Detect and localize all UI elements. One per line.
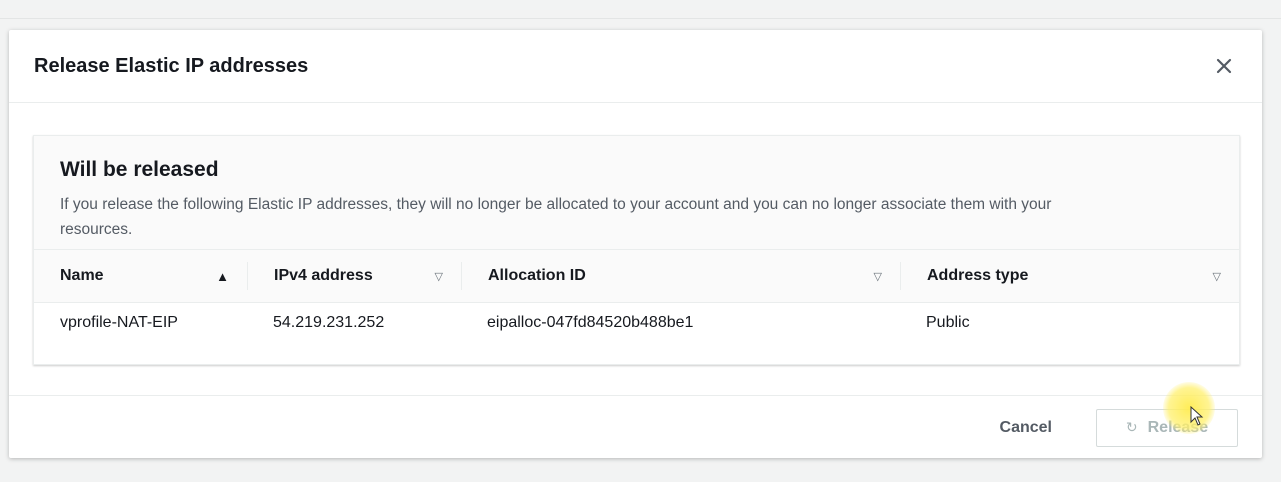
cell-allocation-id: eipalloc-047fd84520b488be1 [487, 314, 694, 331]
column-header-address-type[interactable]: Address type ▽ [900, 262, 1239, 290]
table-row: vprofile-NAT-EIP 54.219.231.252 eipalloc… [34, 303, 1239, 343]
close-icon [1216, 58, 1232, 74]
cell-name: vprofile-NAT-EIP [60, 314, 178, 331]
column-header-label: Address type [927, 267, 1029, 284]
release-button-label: Release [1147, 418, 1209, 436]
modal-footer: Cancel ↻ Release [9, 395, 1262, 459]
column-header-label: IPv4 address [274, 267, 373, 284]
sort-icon[interactable]: ▽ [874, 270, 882, 283]
panel-header: Will be released If you release the foll… [34, 136, 1239, 250]
sort-icon[interactable]: ▽ [1213, 270, 1221, 283]
column-header-name[interactable]: Name ▲ [34, 262, 247, 290]
panel-title: Will be released [60, 158, 219, 181]
release-eip-modal: Release Elastic IP addresses Will be rel… [9, 30, 1262, 458]
release-button[interactable]: ↻ Release [1096, 408, 1238, 447]
cell-address-type: Public [926, 314, 970, 331]
cell-ipv4: 54.219.231.252 [273, 314, 385, 331]
cancel-button[interactable]: Cancel [994, 418, 1058, 438]
modal-header: Release Elastic IP addresses [9, 30, 1262, 103]
column-header-allocation-id[interactable]: Allocation ID ▽ [461, 262, 900, 290]
table-header: Name ▲ IPv4 address ▽ Allocation ID ▽ Ad… [34, 250, 1239, 303]
spinner-icon: ↻ [1125, 419, 1138, 435]
sort-icon[interactable]: ▽ [435, 270, 443, 283]
column-header-label: Allocation ID [488, 267, 586, 284]
modal-title: Release Elastic IP addresses [34, 54, 309, 77]
will-be-released-panel: Will be released If you release the foll… [33, 135, 1240, 365]
column-header-label: Name [60, 267, 104, 284]
panel-description: If you release the following Elastic IP … [60, 196, 1052, 238]
column-header-ipv4[interactable]: IPv4 address ▽ [247, 262, 461, 290]
close-button[interactable] [1210, 52, 1238, 80]
sort-ascending-icon[interactable]: ▲ [216, 269, 229, 284]
backdrop-divider [0, 18, 1281, 19]
